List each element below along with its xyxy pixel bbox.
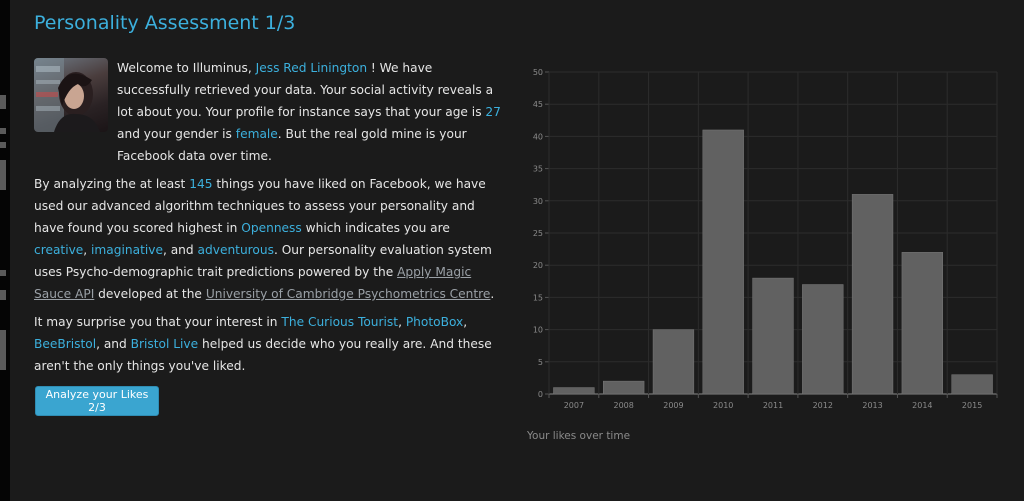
- text-span: and your gender is: [117, 127, 236, 141]
- likes-paragraph: It may surprise you that your interest i…: [34, 311, 504, 377]
- adjective-creative: creative: [34, 243, 84, 257]
- y-tick-label: 50: [533, 68, 543, 77]
- like-bristol-live: Bristol Live: [130, 337, 199, 351]
- x-tick-label: 2010: [713, 401, 733, 410]
- x-tick-label: 2011: [763, 401, 783, 410]
- y-tick-label: 40: [533, 132, 543, 141]
- text-span: developed at the: [94, 287, 206, 301]
- chart-caption: Your likes over time: [527, 430, 631, 442]
- bar-2011: [752, 277, 794, 395]
- x-tick-label: 2007: [564, 401, 584, 410]
- assessment-panel: Personality Assessment 1/3 Welcome to Il…: [10, 0, 1024, 501]
- y-tick-label: 15: [533, 293, 543, 302]
- text-span: Welcome to Illuminus,: [117, 61, 256, 75]
- y-tick-label: 35: [533, 165, 543, 174]
- cambridge-psychometrics-link[interactable]: University of Cambridge Psychometrics Ce…: [206, 287, 491, 301]
- x-tick-label: 2013: [862, 401, 882, 410]
- x-tick-label: 2009: [663, 401, 683, 410]
- x-tick-label: 2015: [962, 401, 982, 410]
- y-tick-label: 20: [533, 261, 543, 270]
- bar-2013: [851, 194, 894, 395]
- bar-2007: [553, 387, 595, 395]
- bar-2009: [652, 329, 695, 395]
- welcome-paragraph: Welcome to Illuminus, Jess Red Linington…: [34, 57, 504, 167]
- text-span: .: [490, 287, 495, 301]
- adjective-imaginative: imaginative: [91, 243, 163, 257]
- like-curious-tourist: The Curious Tourist: [281, 315, 399, 329]
- x-tick-label: 2012: [813, 401, 833, 410]
- like-photobox: PhotoBox: [405, 315, 464, 329]
- background-window-edge: [0, 0, 10, 501]
- analysis-paragraph: By analyzing the at least 145 things you…: [34, 173, 504, 305]
- text-span: which indicates you are: [301, 221, 450, 235]
- profile-age: 27: [485, 105, 501, 119]
- bar-2012: [802, 284, 844, 395]
- page-title: Personality Assessment 1/3: [34, 12, 296, 34]
- text-span: , and: [162, 243, 198, 257]
- text-span: ,: [398, 315, 406, 329]
- text-span: It may surprise you that your interest i…: [34, 315, 282, 329]
- y-tick-label: 0: [538, 390, 543, 399]
- y-tick-label: 45: [533, 100, 543, 109]
- x-tick-label: 2008: [613, 401, 633, 410]
- y-tick-label: 10: [533, 326, 543, 335]
- y-tick-label: 30: [533, 197, 543, 206]
- likes-count: 145: [189, 177, 213, 191]
- text-span: ,: [83, 243, 92, 257]
- y-tick-label: 25: [533, 229, 543, 238]
- text-span: , and: [96, 337, 131, 351]
- assessment-text: Welcome to Illuminus, Jess Red Linington…: [34, 57, 504, 383]
- y-tick-label: 5: [538, 358, 543, 367]
- bar-2010: [702, 129, 744, 395]
- profile-gender: female: [235, 127, 278, 141]
- bar-2008: [603, 380, 645, 395]
- profile-name: Jess Red Linington: [255, 61, 368, 75]
- x-tick-label: 2014: [912, 401, 932, 410]
- text-span: By analyzing the at least: [34, 177, 190, 191]
- likes-over-time-chart: 0 5 10 15 20 25 30 35 40 45 50 2007 2008 2009 2010 2011…: [533, 68, 998, 410]
- bar-2014: [901, 252, 943, 395]
- analyze-likes-button[interactable]: Analyze your Likes 2/3: [35, 386, 159, 416]
- like-beebristol: BeeBristol: [34, 337, 97, 351]
- bar-2015: [951, 374, 993, 395]
- adjective-adventurous: adventurous: [197, 243, 274, 257]
- text-span: ,: [463, 315, 468, 329]
- trait-openness: Openness: [241, 221, 302, 235]
